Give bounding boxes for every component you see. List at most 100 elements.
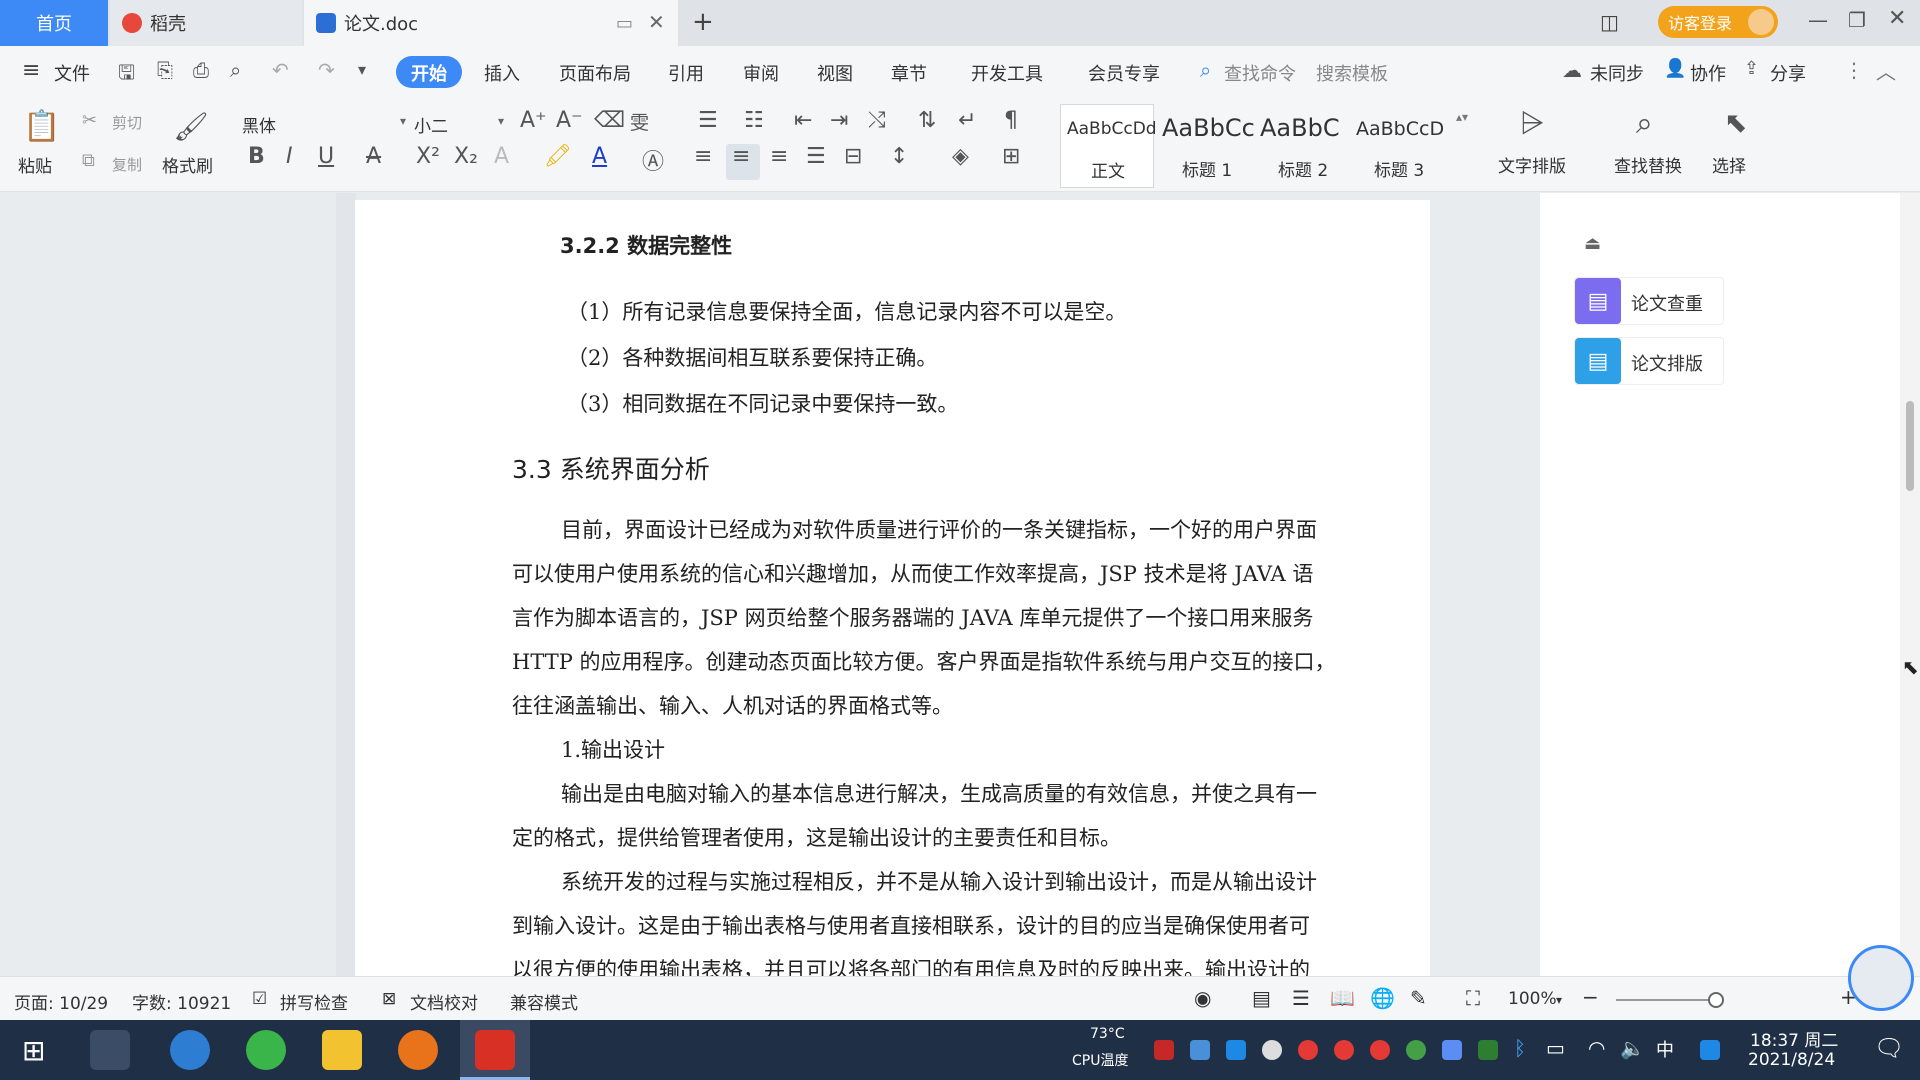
select-label[interactable]: 选择 (1712, 152, 1746, 177)
tray-app-icon[interactable] (1406, 1040, 1426, 1060)
collaborate-button[interactable]: 协作 (1690, 60, 1726, 86)
cut-label[interactable]: 剪切 (112, 112, 142, 133)
copy-icon[interactable]: ⧉ (82, 150, 95, 171)
doc-proof-button[interactable]: 文档校对 (410, 989, 478, 1014)
reading-view-icon[interactable]: 📖 (1330, 986, 1355, 1010)
word-count[interactable]: 字数: 10921 (132, 989, 231, 1014)
close-tab-icon[interactable]: ✕ (648, 10, 665, 34)
outline-view-icon[interactable]: ☰ (1292, 986, 1310, 1010)
bullet-list-icon[interactable]: ☰ (698, 108, 718, 133)
menu-review[interactable]: 审阅 (743, 60, 779, 86)
text-direction-icon[interactable]: ⤭ (868, 108, 886, 133)
style-heading-1[interactable]: AaBbCc 标题 1 (1160, 104, 1255, 188)
char-border-icon[interactable]: Ⓐ (642, 144, 664, 176)
clock-date[interactable]: 2021/8/24 (1748, 1050, 1835, 1070)
align-left-icon[interactable]: ≡ (694, 144, 712, 169)
app-icon[interactable] (90, 1030, 130, 1070)
menu-start[interactable]: 开始 (411, 60, 447, 86)
justify-icon[interactable]: ☰ (806, 144, 826, 169)
sort-icon[interactable]: ⇅ (918, 108, 936, 133)
qq-icon[interactable] (1370, 1040, 1390, 1060)
italic-icon[interactable]: I (286, 144, 293, 169)
menu-chapter[interactable]: 章节 (891, 60, 927, 86)
bold-icon[interactable]: B (248, 144, 265, 169)
menu-references[interactable]: 引用 (668, 60, 704, 86)
cut-icon[interactable]: ✂ (82, 110, 97, 131)
file-explorer-icon[interactable] (322, 1030, 362, 1070)
battery-icon[interactable]: ▭ (1546, 1036, 1565, 1060)
fit-page-icon[interactable]: ⛶ (1466, 986, 1480, 1010)
menu-view[interactable]: 视图 (817, 60, 853, 86)
font-color-icon[interactable]: A (592, 144, 607, 169)
qq-icon[interactable] (1334, 1040, 1354, 1060)
menu-page-layout[interactable]: 页面布局 (559, 60, 631, 86)
shading-icon[interactable]: ◈ (952, 144, 969, 169)
panel-collapse-icon[interactable]: ⏏ (1584, 233, 1601, 254)
find-command-input[interactable]: 查找命令 (1224, 60, 1296, 86)
pinyin-guide-icon[interactable]: 雯 (630, 108, 649, 135)
search-template-link[interactable]: 搜索模板 (1316, 60, 1388, 86)
strikethrough-icon[interactable]: A (366, 144, 381, 169)
web-view-icon[interactable]: 🌐 (1370, 986, 1395, 1010)
paper-layout-button[interactable]: ▤ 论文排版 (1574, 337, 1724, 385)
redo-icon[interactable]: ↷ (318, 58, 335, 82)
tray-app-icon[interactable] (1442, 1040, 1462, 1060)
zoom-level[interactable]: 100% (1508, 989, 1557, 1009)
shield-icon[interactable] (1226, 1040, 1246, 1060)
tab-home[interactable]: 首页 (0, 0, 108, 46)
distribute-icon[interactable]: ⊟ (844, 144, 862, 169)
undo-icon[interactable]: ↶ (272, 58, 289, 82)
zoom-out-icon[interactable]: − (1582, 985, 1599, 1009)
menu-developer[interactable]: 开发工具 (971, 60, 1043, 86)
subscript-icon[interactable]: X₂ (454, 144, 478, 169)
clear-format-icon[interactable]: ⌫ (594, 108, 625, 133)
find-replace-label[interactable]: 查找替换 (1614, 152, 1682, 177)
file-menu[interactable]: 文件 (54, 60, 90, 86)
clock-time[interactable]: 18:37 周二 (1750, 1026, 1838, 1051)
menu-member[interactable]: 会员专享 (1088, 60, 1160, 86)
close-window-icon[interactable]: ✕ (1888, 6, 1906, 31)
text-layout-label[interactable]: 文字排版 (1498, 152, 1566, 177)
paste-label[interactable]: 粘贴 (18, 152, 52, 177)
qq-icon[interactable] (1298, 1040, 1318, 1060)
format-painter-label[interactable]: 格式刷 (162, 152, 213, 177)
sync-status[interactable]: 未同步 (1590, 60, 1644, 86)
scrollbar-thumb[interactable] (1906, 401, 1914, 491)
nvidia-icon[interactable] (1478, 1040, 1498, 1060)
restore-icon[interactable]: ❐ (1848, 8, 1866, 32)
minimize-icon[interactable]: — (1808, 8, 1828, 32)
customize-icon[interactable]: ▾ (358, 60, 366, 79)
menu-insert[interactable]: 插入 (484, 60, 520, 86)
vertical-scrollbar[interactable] (1900, 193, 1920, 976)
volume-icon[interactable]: 🔈 (1620, 1036, 1645, 1060)
layout-toggle-icon[interactable]: ◫ (1600, 10, 1619, 34)
line-break-icon[interactable]: ↵ (958, 108, 976, 133)
grow-font-icon[interactable]: A⁺ (520, 108, 547, 133)
action-center-icon[interactable]: 🗨 (1874, 1034, 1904, 1062)
notification-bell-icon[interactable] (1262, 1040, 1282, 1060)
collapse-ribbon-icon[interactable]: ︿ (1876, 56, 1896, 85)
zoom-slider-thumb[interactable] (1708, 992, 1724, 1008)
chevron-down-icon[interactable]: ▾ (1556, 993, 1562, 1007)
ime-indicator[interactable]: 中 (1656, 1036, 1674, 1062)
new-tab-icon[interactable]: + (692, 7, 714, 37)
highlight-icon[interactable]: 🖍 (544, 144, 572, 169)
show-marks-icon[interactable]: ¶ (1004, 108, 1018, 133)
page-view-icon[interactable]: ▤ (1252, 986, 1271, 1010)
numbered-list-icon[interactable]: ☷ (744, 108, 764, 133)
ie-browser-icon[interactable] (170, 1030, 210, 1070)
style-heading-2[interactable]: AaBbC 标题 2 (1258, 104, 1352, 188)
paper-check-button[interactable]: ▤ 论文查重 (1574, 277, 1724, 325)
style-normal[interactable]: AaBbCcDd 正文 (1060, 104, 1157, 188)
font-size-select[interactable]: 小二 ▾ (410, 110, 508, 137)
select-cursor-icon[interactable]: ⬉ (1724, 106, 1747, 139)
tray-app-icon[interactable] (1154, 1040, 1174, 1060)
zoom-slider-track[interactable] (1616, 999, 1716, 1001)
share-button[interactable]: 分享 (1770, 60, 1806, 86)
format-painter-icon[interactable]: 🖌 (173, 106, 209, 146)
write-mode-icon[interactable]: ✎ (1410, 986, 1427, 1010)
font-family-select[interactable]: 黑体 ▾ (236, 110, 410, 137)
find-replace-icon[interactable]: ⌕ (1636, 106, 1653, 141)
decrease-indent-icon[interactable]: ⇤ (794, 108, 812, 133)
tab-document[interactable]: 论文.doc ▭ ✕ (304, 0, 678, 46)
